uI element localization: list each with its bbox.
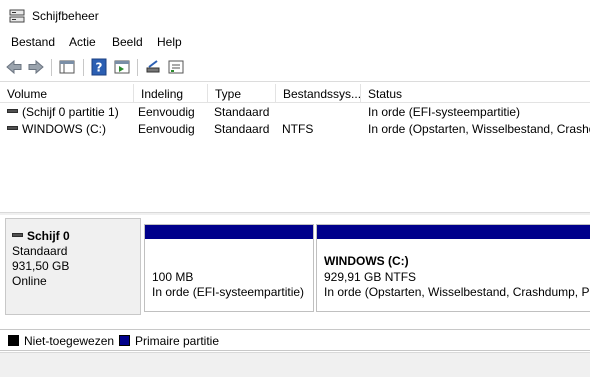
toolbar: ? (0, 53, 590, 82)
volume-icon (7, 109, 18, 113)
toolbar-separator (51, 59, 52, 76)
volume-cell: (Schijf 0 partitie 1) (7, 105, 133, 119)
disk-name: Schijf 0 (27, 229, 70, 243)
toolbar-separator (137, 59, 138, 76)
volume-name: (Schijf 0 partitie 1) (22, 105, 119, 119)
menu-bar: Bestand Actie Beeld Help (0, 32, 590, 53)
column-header-layout[interactable]: Indeling (134, 84, 208, 103)
disk-management-icon (9, 9, 25, 23)
menu-help[interactable]: Help (157, 35, 182, 49)
volume-name: WINDOWS (C:) (22, 122, 106, 136)
column-header-volume[interactable]: Volume (0, 84, 134, 103)
volume-cell: WINDOWS (C:) (7, 122, 133, 136)
type-cell: Standaard (214, 122, 270, 136)
show-hide-console-tree-icon[interactable] (58, 58, 76, 76)
partition-windows[interactable]: WINDOWS (C:) 929,91 GB NTFS In orde (Ops… (316, 224, 590, 312)
table-row[interactable]: WINDOWS (C:) Eenvoudig Standaard NTFS In… (0, 121, 590, 138)
layout-cell: Eenvoudig (138, 105, 195, 119)
disk-icon (12, 233, 23, 237)
svg-text:?: ? (96, 61, 103, 75)
volume-icon (7, 126, 18, 130)
disk-graph-view: Schijf 0 Standaard 931,50 GB Online 100 … (0, 215, 590, 318)
action-pane-icon[interactable] (113, 58, 131, 76)
disk-name-row: Schijf 0 (12, 229, 70, 243)
disk-type: Standaard (12, 244, 68, 258)
column-header-type[interactable]: Type (208, 84, 276, 103)
disk-state: Online (12, 274, 47, 288)
partition-efi[interactable]: 100 MB In orde (EFI-systeempartitie) (144, 224, 314, 312)
partition-size: 929,91 GB NTFS (324, 270, 417, 284)
disk-size: 931,50 GB (12, 259, 70, 273)
window-title: Schijfbeheer (32, 9, 99, 23)
layout-cell: Eenvoudig (138, 122, 195, 136)
column-header-status[interactable]: Status (361, 84, 590, 103)
table-row[interactable]: (Schijf 0 partitie 1) Eenvoudig Standaar… (0, 104, 590, 121)
menu-bestand[interactable]: Bestand (11, 35, 55, 49)
disk-label[interactable]: Schijf 0 Standaard 931,50 GB Online (5, 218, 141, 315)
type-cell: Standaard (214, 105, 270, 119)
status-bar (0, 352, 590, 377)
title-bar: Schijfbeheer (0, 0, 590, 32)
legend-swatch-primary (119, 335, 130, 346)
legend: Niet-toegewezen Primaire partitie (0, 329, 590, 351)
toolbar-separator (83, 59, 84, 76)
partition-bar (145, 225, 313, 239)
back-icon[interactable] (5, 58, 23, 76)
connect-disk-icon[interactable] (144, 58, 162, 76)
column-header-filesystem[interactable]: Bestandssys... (276, 84, 361, 103)
menu-beeld[interactable]: Beeld (112, 35, 143, 49)
legend-swatch-unallocated (8, 335, 19, 346)
forward-icon[interactable] (27, 58, 45, 76)
partition-size: 100 MB (152, 270, 194, 284)
partition-bar (317, 225, 590, 239)
filesystem-cell: NTFS (282, 122, 314, 136)
help-icon[interactable]: ? (90, 58, 108, 76)
legend-label-unallocated: Niet-toegewezen (24, 334, 115, 348)
partition-status: In orde (EFI-systeempartitie) (152, 285, 305, 299)
legend-label-primary: Primaire partitie (135, 334, 220, 348)
menu-actie[interactable]: Actie (69, 35, 96, 49)
volume-list: Volume Indeling Type Bestandssys... Stat… (0, 84, 590, 212)
status-cell: In orde (Opstarten, Wisselbestand, Crash… (368, 122, 590, 136)
properties-icon[interactable] (167, 58, 185, 76)
status-cell: In orde (EFI-systeempartitie) (368, 105, 521, 119)
partition-name: WINDOWS (C:) (324, 254, 409, 268)
partition-status: In orde (Opstarten, Wisselbestand, Crash… (324, 285, 590, 299)
